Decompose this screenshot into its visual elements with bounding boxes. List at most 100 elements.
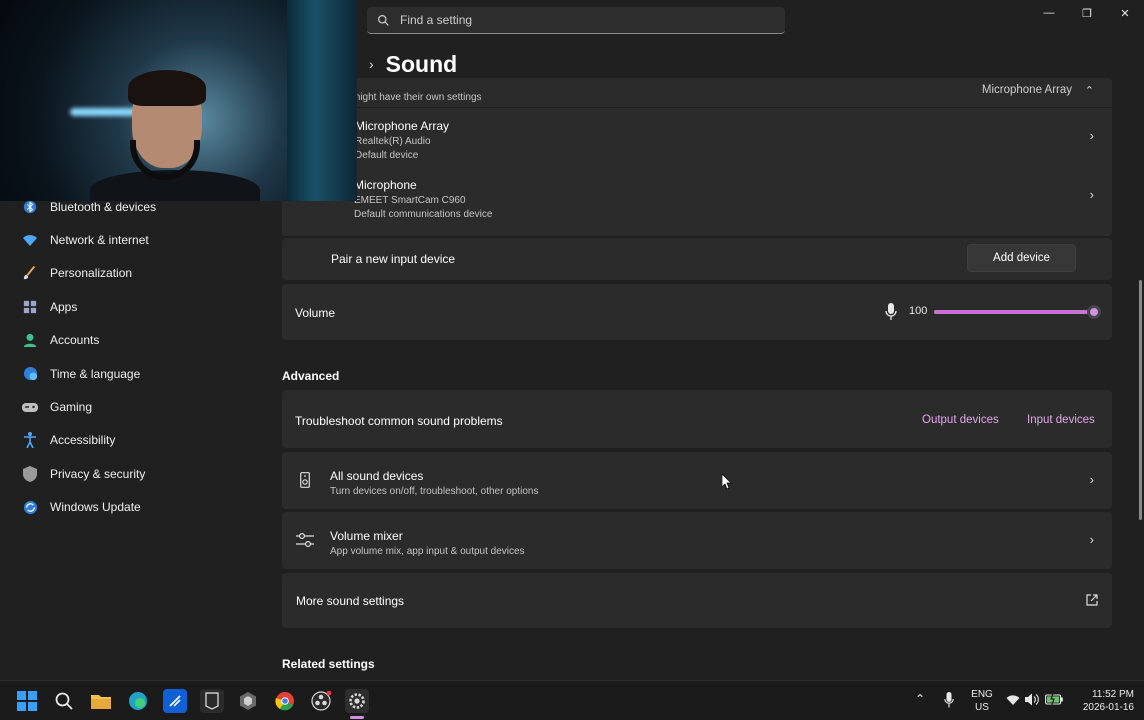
app-icon-blue[interactable] [163, 689, 187, 713]
output-devices-link[interactable]: Output devices [922, 414, 999, 426]
device-row-microphone[interactable]: Microphone EMEET SmartCam C960 Default c… [282, 167, 1112, 226]
related-settings-heading: Related settings [282, 657, 375, 671]
close-button[interactable]: ✕ [1106, 0, 1144, 26]
slider-fill [934, 310, 1094, 314]
volume-mixer-row[interactable]: Volume mixer App volume mix, app input &… [282, 512, 1112, 569]
chevron-right-icon[interactable]: › [369, 56, 374, 72]
controller-icon [22, 399, 38, 415]
edge-browser-icon[interactable] [126, 689, 150, 713]
taskbar: ⌃ ENG US 11:52 PM 2026-01-16 [0, 680, 1144, 720]
sidebar-item-privacy-security[interactable]: Privacy & security [0, 457, 270, 490]
update-icon [22, 499, 38, 515]
selected-input-device[interactable]: Microphone Array [982, 84, 1072, 96]
globe-clock-icon [22, 366, 38, 382]
app-icon-hexagon[interactable] [236, 689, 260, 713]
volume-mixer-subtitle: App volume mix, app input & output devic… [330, 546, 525, 557]
sidebar-item-accounts[interactable]: Accounts [0, 324, 270, 357]
bluetooth-icon [22, 199, 38, 215]
sidebar-item-accessibility[interactable]: Accessibility [0, 424, 270, 457]
person-icon [22, 332, 38, 348]
sidebar-item-network-internet[interactable]: Network & internet [0, 223, 270, 256]
input-volume-card: Volume 100 [282, 284, 1112, 340]
sidebar-item-personalization[interactable]: Personalization [0, 257, 270, 290]
webcam-light [70, 108, 140, 116]
more-sound-settings-label: More sound settings [296, 594, 405, 608]
chevron-right-icon: › [1089, 187, 1094, 202]
page-title: Sound [385, 50, 458, 77]
pair-device-card: Pair a new input device Add device [282, 238, 1112, 280]
volume-slider[interactable] [934, 304, 1101, 320]
settings-window: Find a setting — ❐ ✕ › Sound Bluetooth &… [0, 0, 1144, 680]
apps-icon [22, 299, 38, 315]
brush-icon [22, 265, 38, 281]
webcam-background [287, 0, 357, 201]
slider-thumb[interactable] [1087, 305, 1101, 319]
add-device-button[interactable]: Add device [967, 244, 1076, 272]
volume-value: 100 [909, 305, 928, 317]
scrollbar[interactable] [1139, 280, 1142, 520]
device-name: Microphone [354, 178, 417, 192]
maximize-button[interactable]: ❐ [1068, 0, 1106, 26]
file-explorer-icon[interactable] [89, 689, 113, 713]
input-device-card: might have their own settings Microphone… [282, 78, 1112, 236]
mixer-icon [296, 532, 314, 548]
epic-games-icon[interactable] [200, 689, 224, 713]
window-controls: — ❐ ✕ [1030, 0, 1144, 26]
battery-charging-icon[interactable] [1045, 693, 1063, 709]
choose-device-subtitle: might have their own settings [352, 92, 482, 103]
sidebar-item-apps[interactable]: Apps [0, 290, 270, 323]
troubleshoot-card: Troubleshoot common sound problems Outpu… [282, 390, 1112, 448]
chevron-up-icon[interactable]: ⌃ [1085, 84, 1094, 97]
language-code: ENG [971, 689, 993, 700]
pair-device-label: Pair a new input device [331, 252, 456, 266]
search-placeholder: Find a setting [400, 13, 473, 27]
search-icon[interactable] [52, 689, 76, 713]
sidebar-item-label: Bluetooth & devices [50, 199, 157, 214]
language-indicator[interactable]: ENG US [970, 688, 994, 714]
microphone-tray-icon[interactable] [944, 692, 954, 712]
sidebar-item-label: Accessibility [50, 433, 116, 448]
active-app-indicator [350, 716, 364, 719]
device-driver: EMEET SmartCam C960 [354, 195, 466, 206]
obs-studio-icon[interactable] [309, 689, 333, 713]
volume-mixer-title: Volume mixer [330, 529, 403, 543]
speaker-icon[interactable] [1025, 693, 1040, 710]
shield-icon [22, 465, 38, 482]
more-sound-settings-row[interactable]: More sound settings [282, 573, 1112, 628]
keyboard-region: US [975, 702, 989, 713]
all-sound-devices-title: All sound devices [330, 469, 424, 483]
accessibility-icon [22, 432, 38, 449]
sidebar-item-label: Network & internet [50, 233, 149, 248]
chevron-right-icon: › [1089, 532, 1094, 547]
advanced-heading: Advanced [282, 369, 340, 383]
speaker-device-icon [300, 472, 310, 488]
windows-start-icon[interactable] [15, 689, 39, 713]
device-status: Default device [355, 150, 419, 161]
sidebar-item-gaming[interactable]: Gaming [0, 390, 270, 423]
wifi-icon[interactable] [1006, 694, 1020, 709]
chevron-up-icon[interactable]: ⌃ [915, 693, 925, 706]
sidebar-item-label: Gaming [50, 400, 93, 415]
webcam-overlay [0, 0, 357, 201]
title-bar: Find a setting — ❐ ✕ [357, 0, 1144, 40]
clock-date: 2026-01-16 [1082, 702, 1134, 713]
input-devices-link[interactable]: Input devices [1027, 414, 1095, 426]
device-driver: Realtek(R) Audio [355, 136, 431, 147]
sidebar-item-windows-update[interactable]: Windows Update [0, 491, 270, 524]
settings-gear-icon[interactable] [345, 689, 369, 713]
all-sound-devices-subtitle: Turn devices on/off, troubleshoot, other… [330, 486, 539, 497]
clock[interactable]: 11:52 PM 2026-01-16 [1074, 688, 1134, 714]
webcam-person-hair [128, 70, 206, 106]
volume-label: Volume [295, 306, 336, 320]
chevron-right-icon: › [1089, 128, 1094, 143]
chevron-right-icon: › [1089, 472, 1094, 487]
device-status: Default communications device [354, 209, 493, 220]
mouse-cursor-icon [722, 474, 732, 490]
sidebar-item-time-language[interactable]: Time & language [0, 357, 270, 390]
chrome-browser-icon[interactable] [273, 689, 297, 713]
device-row-microphone-array[interactable]: Microphone Array Realtek(R) Audio Defaul… [282, 108, 1112, 166]
minimize-button[interactable]: — [1030, 0, 1068, 26]
search-input[interactable]: Find a setting [367, 7, 785, 34]
all-sound-devices-row[interactable]: All sound devices Turn devices on/off, t… [282, 452, 1112, 509]
microphone-icon[interactable] [885, 303, 897, 321]
